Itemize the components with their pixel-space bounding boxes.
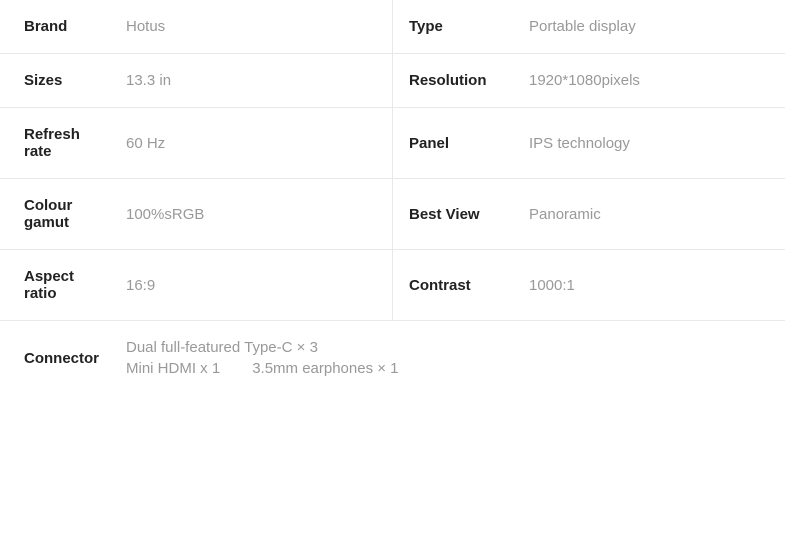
value-contrast: 1000:1 (513, 250, 785, 320)
label-aspect-line1: Aspect (24, 268, 74, 285)
label-colour: Colour gamut (0, 179, 110, 249)
label-colour-line1: Colour (24, 197, 72, 214)
right-section-resolution: Resolution 1920*1080pixels (393, 54, 785, 107)
left-section-refresh: Refresh rate 60 Hz (0, 108, 393, 178)
value-panel: IPS technology (513, 108, 785, 178)
left-section-aspect: Aspect ratio 16:9 (0, 250, 393, 320)
specs-row-colour: Colour gamut 100%sRGB Best View Panorami… (0, 179, 785, 250)
label-bestview: Best View (393, 179, 513, 249)
label-refresh: Refresh rate (0, 108, 110, 178)
connector-text-line2-part2: 3.5mm earphones × 1 (252, 360, 398, 377)
label-panel: Panel (393, 108, 513, 178)
label-brand: Brand (0, 0, 110, 53)
value-resolution: 1920*1080pixels (513, 54, 785, 107)
left-section-colour: Colour gamut 100%sRGB (0, 179, 393, 249)
value-colour: 100%sRGB (110, 179, 392, 249)
right-section-bestview: Best View Panoramic (393, 179, 785, 249)
value-refresh: 60 Hz (110, 108, 392, 178)
specs-row-brand: Brand Hotus Type Portable display (0, 0, 785, 54)
label-refresh-line2: rate (24, 143, 52, 160)
right-section-type: Type Portable display (393, 0, 785, 53)
connector-text-line1: Dual full-featured Type-C × 3 (126, 339, 318, 356)
label-type: Type (393, 0, 513, 53)
value-connector: Dual full-featured Type-C × 3 Mini HDMI … (110, 321, 785, 395)
specs-table: Brand Hotus Type Portable display Sizes … (0, 0, 785, 395)
value-type: Portable display (513, 0, 785, 53)
value-brand: Hotus (110, 0, 392, 53)
label-refresh-line1: Refresh (24, 126, 80, 143)
label-aspect-line2: ratio (24, 285, 57, 302)
connector-text-line2-part1: Mini HDMI x 1 (126, 360, 220, 377)
left-section-sizes: Sizes 13.3 in (0, 54, 393, 107)
label-resolution: Resolution (393, 54, 513, 107)
label-colour-line2: gamut (24, 214, 69, 231)
left-section-brand: Brand Hotus (0, 0, 393, 53)
connector-line2: Mini HDMI x 1 3.5mm earphones × 1 (126, 360, 769, 377)
specs-row-aspect: Aspect ratio 16:9 Contrast 1000:1 (0, 250, 785, 321)
specs-row-refresh: Refresh rate 60 Hz Panel IPS technology (0, 108, 785, 179)
specs-row-sizes: Sizes 13.3 in Resolution 1920*1080pixels (0, 54, 785, 108)
label-connector: Connector (0, 321, 110, 395)
label-contrast: Contrast (393, 250, 513, 320)
right-section-panel: Panel IPS technology (393, 108, 785, 178)
label-aspect: Aspect ratio (0, 250, 110, 320)
connector-line1: Dual full-featured Type-C × 3 (126, 339, 769, 356)
right-section-contrast: Contrast 1000:1 (393, 250, 785, 320)
value-aspect: 16:9 (110, 250, 392, 320)
value-bestview: Panoramic (513, 179, 785, 249)
specs-row-connector: Connector Dual full-featured Type-C × 3 … (0, 321, 785, 395)
value-sizes: 13.3 in (110, 54, 392, 107)
label-sizes: Sizes (0, 54, 110, 107)
